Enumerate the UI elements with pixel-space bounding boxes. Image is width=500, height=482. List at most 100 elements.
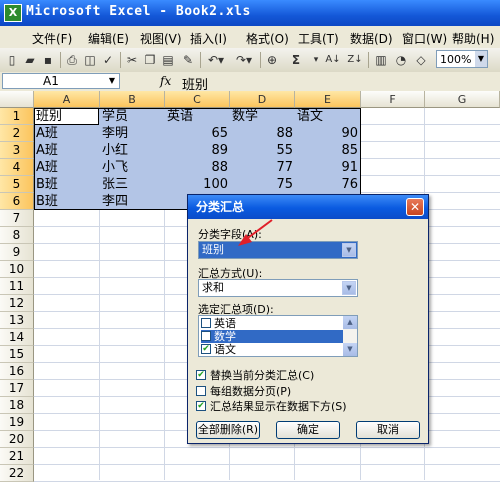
row-header-5[interactable]: 5 <box>0 176 34 193</box>
row-header-20[interactable]: 20 <box>0 431 34 448</box>
cell-d3[interactable]: 55 <box>230 142 293 159</box>
drawing-icon[interactable]: ◔ <box>392 51 410 69</box>
row-header-6[interactable]: 6 <box>0 193 34 210</box>
row-header-11[interactable]: 11 <box>0 278 34 295</box>
cancel-button[interactable]: 取消 <box>356 421 420 439</box>
menu-tools[interactable]: 工具(T) <box>298 30 339 47</box>
row-header-7[interactable]: 7 <box>0 210 34 227</box>
cell-c1[interactable]: 英语 <box>167 108 193 125</box>
cell-e2[interactable]: 90 <box>295 125 358 142</box>
open-folder-icon[interactable]: ▰ <box>22 51 38 69</box>
close-icon[interactable]: ✕ <box>406 198 424 216</box>
row-header-9[interactable]: 9 <box>0 244 34 261</box>
chevron-down-icon[interactable]: ▼ <box>342 281 356 295</box>
cell-d5[interactable]: 75 <box>230 176 293 193</box>
cell-b4[interactable]: 小飞 <box>102 159 128 176</box>
menu-format[interactable]: 格式(O) <box>246 30 289 47</box>
function-select[interactable]: 求和 ▼ <box>198 279 358 297</box>
row-header-15[interactable]: 15 <box>0 346 34 363</box>
undo-icon[interactable]: ↶▾ <box>204 51 228 69</box>
cell-a2[interactable]: A班 <box>36 125 58 142</box>
scroll-up-icon[interactable]: ▲ <box>343 316 357 329</box>
name-box[interactable]: A1 ▼ <box>2 73 120 89</box>
checkbox-english[interactable] <box>201 318 211 328</box>
menu-window[interactable]: 窗口(W) <box>402 30 447 47</box>
spelling-icon[interactable]: ✓ <box>100 51 116 69</box>
row-header-21[interactable]: 21 <box>0 448 34 465</box>
sort-ascending-icon[interactable]: A↓ <box>324 51 342 69</box>
cell-e4[interactable]: 91 <box>295 159 358 176</box>
autosum-dropdown-icon[interactable]: ▾ <box>310 51 322 69</box>
column-header-g[interactable]: G <box>425 91 500 108</box>
function-icon[interactable]: fx <box>160 74 171 88</box>
cell-d1[interactable]: 数学 <box>232 108 258 125</box>
cell-c2[interactable]: 65 <box>165 125 228 142</box>
select-all-corner[interactable] <box>0 91 34 108</box>
row-header-10[interactable]: 10 <box>0 261 34 278</box>
checkbox-page-break[interactable] <box>196 386 206 396</box>
column-header-b[interactable]: B <box>100 91 165 108</box>
cell-c3[interactable]: 89 <box>165 142 228 159</box>
menu-help[interactable]: 帮助(H) <box>452 30 494 47</box>
cell-b1[interactable]: 学员 <box>102 108 128 125</box>
row-header-2[interactable]: 2 <box>0 125 34 142</box>
cell-e5[interactable]: 76 <box>295 176 358 193</box>
row-header-1[interactable]: 1 <box>0 108 34 125</box>
row-header-8[interactable]: 8 <box>0 227 34 244</box>
cell-a1[interactable]: 班别 <box>36 108 62 125</box>
chevron-down-icon[interactable]: ▼ <box>105 74 119 88</box>
cell-d2[interactable]: 88 <box>230 125 293 142</box>
menu-view[interactable]: 视图(V) <box>140 30 182 47</box>
cell-b6[interactable]: 李四 <box>102 193 128 210</box>
cell-d4[interactable]: 77 <box>230 159 293 176</box>
menu-file[interactable]: 文件(F) <box>32 30 72 47</box>
row-header-14[interactable]: 14 <box>0 329 34 346</box>
cell-a5[interactable]: B班 <box>36 176 58 193</box>
row-header-3[interactable]: 3 <box>0 142 34 159</box>
row-header-18[interactable]: 18 <box>0 397 34 414</box>
row-header-4[interactable]: 4 <box>0 159 34 176</box>
chevron-down-icon[interactable]: ▼ <box>342 243 356 257</box>
group-by-select[interactable]: 班别 ▼ <box>198 241 358 259</box>
cut-icon[interactable]: ✂ <box>124 51 140 69</box>
chart-wizard-icon[interactable]: ▥ <box>372 51 390 69</box>
save-icon[interactable]: ▪ <box>40 51 56 69</box>
hyperlink-icon[interactable]: ⊕ <box>264 51 280 69</box>
row-header-13[interactable]: 13 <box>0 312 34 329</box>
column-header-c[interactable]: C <box>165 91 230 108</box>
cell-e1[interactable]: 语文 <box>297 108 323 125</box>
list-item-chinese[interactable]: ✔ 语文 <box>201 343 343 356</box>
print-icon[interactable]: ⎙ <box>64 51 80 69</box>
row-header-12[interactable]: 12 <box>0 295 34 312</box>
cell-b5[interactable]: 张三 <box>102 176 128 193</box>
column-header-a[interactable]: A <box>34 91 100 108</box>
menu-data[interactable]: 数据(D) <box>350 30 393 47</box>
column-header-d[interactable]: D <box>230 91 295 108</box>
redo-icon[interactable]: ↷▾ <box>232 51 256 69</box>
ok-button[interactable]: 确定 <box>276 421 340 439</box>
sort-descending-icon[interactable]: Z↓ <box>346 51 364 69</box>
chevron-down-icon[interactable]: ▼ <box>475 51 487 67</box>
cell-e3[interactable]: 85 <box>295 142 358 159</box>
copy-icon[interactable]: ❐ <box>142 51 158 69</box>
row-header-17[interactable]: 17 <box>0 380 34 397</box>
subtotal-items-list[interactable]: 英语 数学 ✔ 语文 ▲ ▼ <box>198 315 358 357</box>
column-header-e[interactable]: E <box>295 91 361 108</box>
column-header-f[interactable]: F <box>361 91 425 108</box>
format-painter-icon[interactable]: ✎ <box>180 51 196 69</box>
zoom-select[interactable]: 100% ▼ <box>436 50 488 68</box>
list-item-english[interactable]: 英语 <box>201 317 343 330</box>
cell-a3[interactable]: A班 <box>36 142 58 159</box>
checkbox-chinese[interactable]: ✔ <box>201 344 211 354</box>
menu-insert[interactable]: 插入(I) <box>190 30 227 47</box>
cell-b3[interactable]: 小红 <box>102 142 128 159</box>
remove-all-button[interactable]: 全部删除(R) <box>196 421 260 439</box>
row-header-19[interactable]: 19 <box>0 414 34 431</box>
cell-c4[interactable]: 88 <box>165 159 228 176</box>
cell-a4[interactable]: A班 <box>36 159 58 176</box>
autosum-icon[interactable]: Σ <box>284 51 308 69</box>
list-item-math[interactable]: 数学 <box>201 330 343 343</box>
cell-b2[interactable]: 李明 <box>102 125 128 142</box>
row-header-16[interactable]: 16 <box>0 363 34 380</box>
checkbox-replace-current[interactable]: ✔ <box>196 370 206 380</box>
